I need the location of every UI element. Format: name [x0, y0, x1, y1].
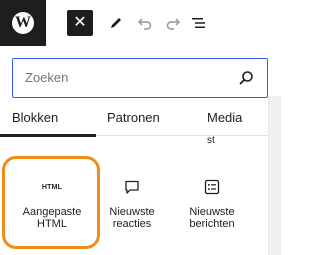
html-icon: HTML	[42, 178, 62, 196]
wordpress-logo-button[interactable]: W	[0, 0, 46, 46]
block-latest-comments[interactable]: Nieuwste reacties	[90, 160, 174, 244]
document-overview-icon	[192, 18, 205, 28]
block-custom-html[interactable]: HTML Aangepaste HTML	[10, 160, 94, 244]
inserter-tabs: Blokken Patronen Media	[0, 98, 268, 136]
redo-button[interactable]	[161, 11, 185, 35]
post-list-icon	[204, 179, 220, 195]
active-tab-indicator	[0, 134, 96, 137]
comment-icon	[125, 180, 139, 194]
document-overview-button[interactable]	[187, 11, 211, 35]
tab-media[interactable]: Media	[207, 98, 242, 136]
tab-patterns[interactable]: Patronen	[107, 98, 160, 136]
undo-icon	[138, 18, 152, 30]
search-icon[interactable]	[237, 69, 255, 87]
wordpress-logo-icon: W	[12, 12, 34, 34]
clipped-text: st	[207, 135, 215, 146]
wordpress-logo-letter: W	[15, 14, 31, 31]
block-label: Nieuwste berichten	[189, 206, 234, 230]
search-field	[12, 58, 268, 98]
top-toolbar: W ✕	[0, 0, 281, 46]
pen-icon	[111, 18, 121, 28]
block-label-line1: Nieuwste	[109, 206, 155, 218]
tab-blocks[interactable]: Blokken	[12, 98, 72, 136]
undo-button[interactable]	[133, 11, 157, 35]
redo-icon	[166, 18, 180, 30]
block-label-line2: HTML	[37, 218, 67, 230]
search-input[interactable]	[13, 59, 233, 96]
close-icon: ✕	[73, 14, 87, 31]
tools-button[interactable]	[104, 11, 128, 35]
scrollbar[interactable]	[268, 96, 281, 255]
html-icon-text: HTML	[41, 183, 63, 191]
block-label: Aangepaste HTML	[23, 206, 82, 230]
block-latest-posts[interactable]: Nieuwste berichten	[170, 160, 254, 244]
block-label-line2: reacties	[112, 218, 152, 230]
block-label-line1: Aangepaste	[22, 206, 82, 218]
block-label-line1: Nieuwste	[189, 206, 235, 218]
close-inserter-button[interactable]: ✕	[67, 10, 93, 36]
block-label: Nieuwste reacties	[109, 206, 154, 230]
block-label-line2: berichten	[189, 218, 235, 230]
